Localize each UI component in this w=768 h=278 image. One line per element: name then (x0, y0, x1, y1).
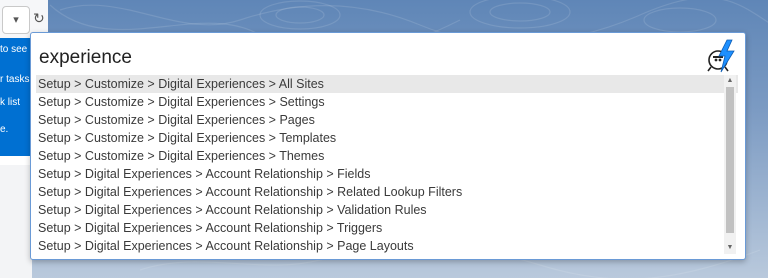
help-text-line: k list (0, 97, 20, 108)
result-item[interactable]: Setup > Digital Experiences > Account Re… (36, 165, 738, 183)
result-item[interactable]: Setup > Customize > Digital Experiences … (36, 111, 738, 129)
search-results-list: Setup > Customize > Digital Experiences … (36, 75, 738, 254)
background-help-box: to see r tasks. k list e. (0, 38, 32, 156)
result-item[interactable]: Setup > Customize > Digital Experiences … (36, 129, 738, 147)
help-text-line: e. (0, 124, 9, 135)
result-item[interactable]: Setup > Digital Experiences > Account Re… (36, 237, 738, 254)
refresh-icon[interactable]: ↻ (33, 10, 45, 27)
scroll-up-arrow-icon[interactable]: ▲ (724, 75, 736, 87)
result-item[interactable]: Setup > Customize > Digital Experiences … (36, 93, 738, 111)
scroll-down-arrow-icon[interactable]: ▼ (724, 242, 736, 254)
result-item[interactable]: Setup > Customize > Digital Experiences … (36, 147, 738, 165)
result-item[interactable]: Setup > Customize > Digital Experiences … (36, 75, 738, 93)
lightning-bolt-ninja-icon (705, 39, 737, 73)
search-input[interactable] (39, 45, 639, 71)
help-text-line: to see (0, 44, 28, 55)
results-scrollbar[interactable]: ▲ ▼ (724, 75, 736, 254)
help-text-line: r tasks. (0, 74, 32, 85)
scrollbar-thumb[interactable] (726, 87, 734, 233)
result-item[interactable]: Setup > Digital Experiences > Account Re… (36, 201, 738, 219)
background-lower-panel (0, 165, 32, 278)
result-item[interactable]: Setup > Digital Experiences > Account Re… (36, 183, 738, 201)
quick-search-popup: Setup > Customize > Digital Experiences … (30, 32, 746, 260)
result-item[interactable]: Setup > Digital Experiences > Account Re… (36, 219, 738, 237)
chevron-down-icon[interactable]: ▾ (2, 6, 30, 34)
